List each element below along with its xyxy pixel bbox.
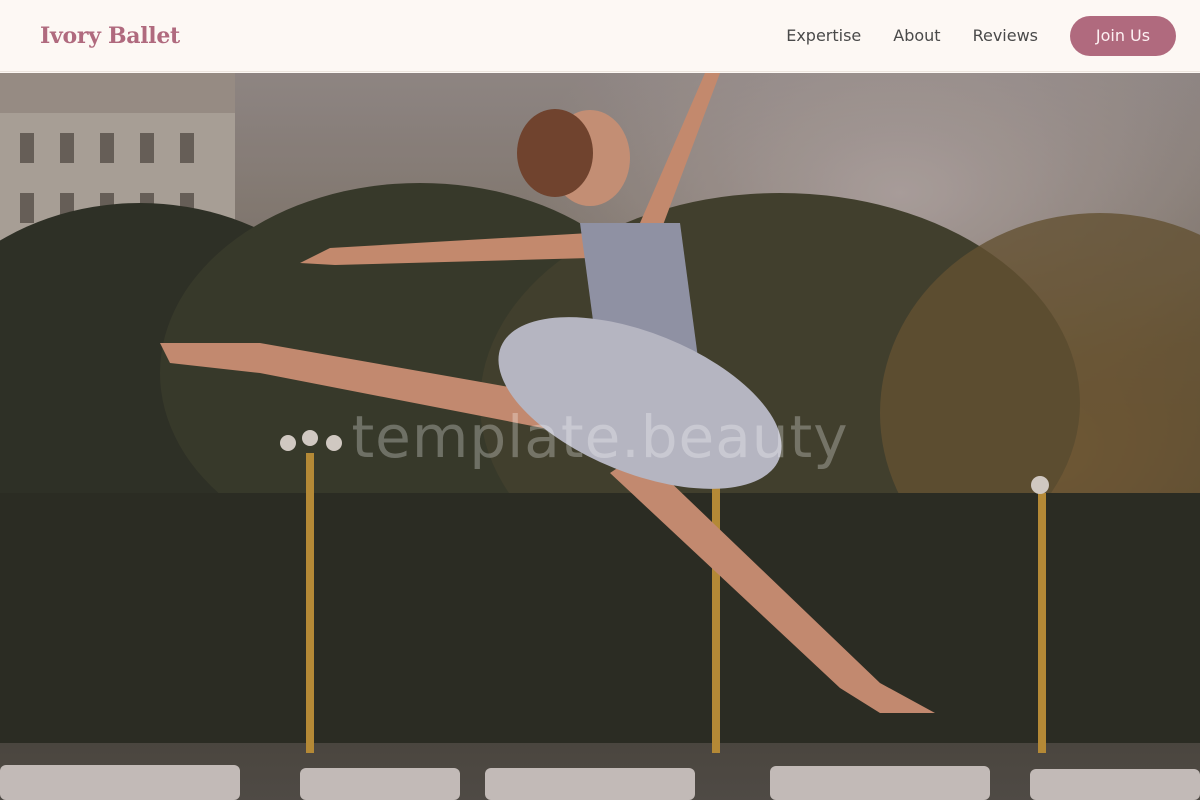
hero-section: template.beauty <box>0 73 1200 800</box>
nav-links: Expertise About Reviews <box>786 26 1038 45</box>
nav-link-expertise[interactable]: Expertise <box>786 26 861 45</box>
nav-right: Expertise About Reviews Join Us <box>786 15 1176 56</box>
nav-link-about[interactable]: About <box>893 26 940 45</box>
top-navbar: Ivory Ballet Expertise About Reviews Joi… <box>0 0 1200 72</box>
brand-logo[interactable]: Ivory Ballet <box>40 23 180 49</box>
nav-link-reviews[interactable]: Reviews <box>973 26 1038 45</box>
watermark-text: template.beauty <box>351 403 849 471</box>
join-us-button[interactable]: Join Us <box>1070 15 1176 56</box>
